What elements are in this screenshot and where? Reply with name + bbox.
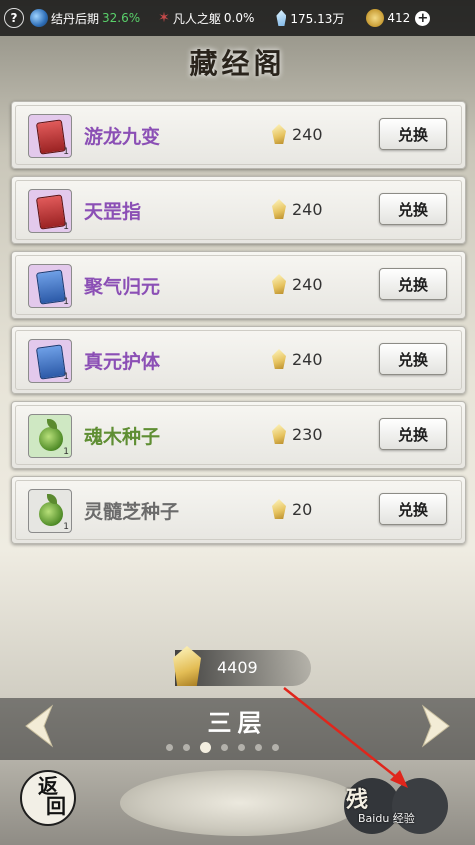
spirit-stone-counter[interactable]: 175.13万	[276, 10, 344, 27]
item-price: 240	[272, 274, 323, 294]
exchange-item-row: 1 魂木种子 230 兑换	[11, 401, 466, 469]
page-dot-active[interactable]	[200, 742, 211, 753]
item-name: 天罡指	[84, 201, 142, 223]
coin-counter[interactable]: 412 +	[366, 9, 431, 27]
item-name: 聚气归元	[84, 276, 161, 298]
taiji-icon	[30, 9, 48, 27]
exchange-button[interactable]: 兑换	[379, 418, 447, 450]
next-floor-arrow-icon[interactable]	[419, 704, 453, 748]
exchange-button[interactable]: 兑换	[379, 268, 447, 300]
crystal-icon	[272, 424, 286, 444]
item-price: 240	[272, 349, 323, 369]
item-name: 真元护体	[84, 351, 161, 373]
blue-book-icon	[35, 269, 67, 305]
seed-icon	[39, 502, 63, 526]
body-percent: 0.0%	[223, 11, 255, 25]
page-dot[interactable]	[255, 744, 262, 751]
item-icon[interactable]: 1	[28, 189, 72, 233]
body-status[interactable]: ✶ 凡人之躯 0.0%	[158, 10, 254, 27]
page-dot[interactable]	[221, 744, 228, 751]
exchange-item-row: 1 游龙九变 240 兑换	[11, 101, 466, 169]
item-price-value: 240	[292, 349, 323, 369]
crystal-icon	[272, 499, 286, 519]
item-price: 240	[272, 124, 323, 144]
crystal-icon	[173, 646, 201, 686]
item-count: 1	[63, 447, 69, 457]
item-count: 1	[63, 297, 69, 307]
add-coins-button[interactable]: +	[415, 10, 431, 26]
item-count: 1	[63, 222, 69, 232]
back-button[interactable]: 返 回	[20, 770, 76, 826]
red-book-icon	[35, 119, 67, 155]
item-icon[interactable]: 1	[28, 339, 72, 383]
item-price-value: 20	[292, 499, 313, 519]
item-count: 1	[63, 522, 69, 532]
item-price-value: 230	[292, 424, 323, 444]
item-price-value: 240	[292, 199, 323, 219]
page-title: 藏经阁	[189, 47, 286, 80]
item-icon[interactable]: 1	[28, 414, 72, 458]
realm-percent: 32.6%	[102, 11, 141, 25]
floor-page-indicator	[166, 742, 279, 753]
seed-icon	[39, 427, 63, 451]
blue-book-icon	[35, 344, 67, 380]
realm-label: 结丹后期	[51, 11, 100, 26]
red-book-icon	[35, 194, 67, 230]
coin-icon	[366, 9, 385, 27]
item-name: 灵髓芝种子	[84, 501, 180, 523]
item-price-value: 240	[292, 274, 323, 294]
body-label: 凡人之躯	[172, 11, 221, 26]
page-dot[interactable]	[166, 744, 173, 751]
exchange-button[interactable]: 兑换	[379, 493, 447, 525]
item-name: 游龙九变	[84, 126, 161, 148]
page-dot[interactable]	[183, 744, 190, 751]
item-icon[interactable]: 1	[28, 489, 72, 533]
realm-status[interactable]: 结丹后期 32.6%	[30, 9, 140, 27]
item-icon[interactable]: 1	[28, 264, 72, 308]
page-dot[interactable]	[238, 744, 245, 751]
exchange-item-row: 1 天罡指 240 兑换	[11, 176, 466, 244]
status-bar: ? 结丹后期 32.6% ✶ 凡人之躯 0.0% 175.13万 412 +	[0, 0, 475, 36]
help-icon[interactable]: ?	[4, 8, 24, 28]
crystal-icon	[272, 124, 286, 144]
item-price-value: 240	[292, 124, 323, 144]
page-dot[interactable]	[272, 744, 279, 751]
item-name: 魂木种子	[84, 426, 161, 448]
exchange-item-row: 1 聚气归元 240 兑换	[11, 251, 466, 319]
back-button-char-1: 返	[38, 774, 58, 798]
watermark: Baidu 经验	[358, 812, 415, 825]
exchange-item-row: 1 灵髓芝种子 20 兑换	[11, 476, 466, 544]
crystal-icon	[272, 349, 286, 369]
item-icon[interactable]: 1	[28, 114, 72, 158]
item-price: 230	[272, 424, 323, 444]
exchange-button[interactable]: 兑换	[379, 118, 447, 150]
back-button-char-2: 回	[46, 794, 66, 818]
item-count: 1	[63, 372, 69, 382]
exchange-button[interactable]: 兑换	[379, 343, 447, 375]
spirit-stone-value: 175.13万	[290, 11, 345, 26]
item-price: 240	[272, 199, 323, 219]
spirit-stone-icon	[276, 10, 287, 26]
exchange-item-row: 1 真元护体 240 兑换	[11, 326, 466, 394]
crystal-icon	[272, 274, 286, 294]
body-icon: ✶	[158, 10, 170, 26]
coin-value: 412	[387, 11, 411, 25]
item-price: 20	[272, 499, 312, 519]
crystal-icon	[272, 199, 286, 219]
currency-value: 4409	[217, 658, 258, 677]
exchange-button[interactable]: 兑换	[379, 193, 447, 225]
item-count: 1	[63, 147, 69, 157]
annotation-arrow	[283, 687, 408, 788]
currency-display: 4409	[173, 646, 311, 686]
